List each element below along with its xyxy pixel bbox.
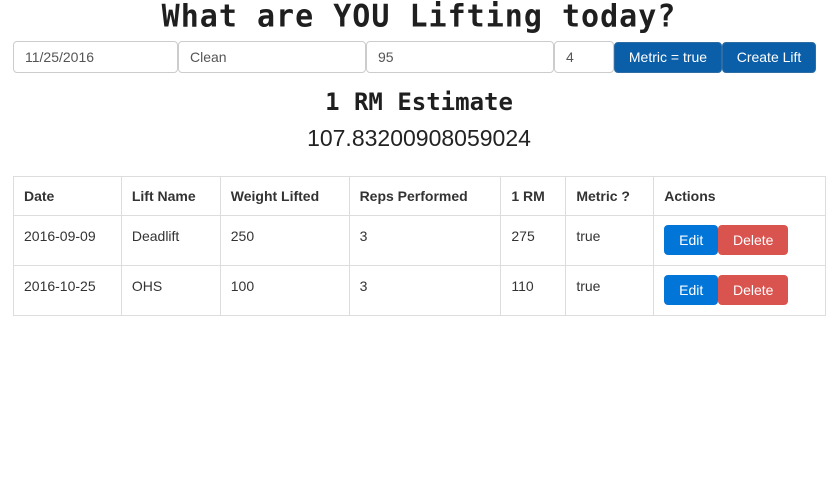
cell-reps: 3 xyxy=(348,215,502,266)
edit-button[interactable]: Edit xyxy=(664,225,719,255)
cell-lift-name: OHS xyxy=(120,265,221,316)
cell-reps: 3 xyxy=(348,265,502,316)
rm-estimate-title: 1 RM Estimate xyxy=(325,88,513,116)
metric-toggle-button[interactable]: Metric = true xyxy=(614,42,722,73)
cell-1rm: 110 xyxy=(500,265,567,316)
table-row: 2016-10-25 OHS 100 3 110 true Edit Delete xyxy=(13,265,826,316)
weight-input[interactable] xyxy=(366,41,554,73)
cell-metric: true xyxy=(565,265,655,316)
date-input[interactable] xyxy=(13,41,178,73)
lift-name-input[interactable] xyxy=(178,41,366,73)
cell-metric: true xyxy=(565,215,655,266)
column-header-date: Date xyxy=(13,176,122,216)
delete-button[interactable]: Delete xyxy=(718,275,789,305)
column-header-weight: Weight Lifted xyxy=(219,176,350,216)
column-header-lift-name: Lift Name xyxy=(120,176,221,216)
cell-date: 2016-09-09 xyxy=(13,215,122,266)
lifts-table: Date Lift Name Weight Lifted Reps Perfor… xyxy=(13,176,826,316)
table-row: 2016-09-09 Deadlift 250 3 275 true Edit D… xyxy=(13,215,826,266)
cell-weight: 250 xyxy=(219,215,350,266)
column-header-reps: Reps Performed xyxy=(348,176,502,216)
column-header-metric: Metric ? xyxy=(565,176,655,216)
cell-weight: 100 xyxy=(219,265,350,316)
table-header-row: Date Lift Name Weight Lifted Reps Perfor… xyxy=(13,176,826,216)
cell-lift-name: Deadlift xyxy=(120,215,221,266)
column-header-1rm: 1 RM xyxy=(500,176,567,216)
edit-button[interactable]: Edit xyxy=(664,275,719,305)
cell-actions: Edit Delete xyxy=(653,265,826,316)
delete-button[interactable]: Delete xyxy=(718,225,789,255)
reps-input[interactable] xyxy=(554,41,614,73)
page-title: What are YOU Lifting today? xyxy=(161,0,677,35)
column-header-actions: Actions xyxy=(653,176,826,216)
rm-estimate-value: 107.83200908059024 xyxy=(307,125,531,151)
cell-actions: Edit Delete xyxy=(653,215,826,266)
cell-1rm: 275 xyxy=(500,215,567,266)
create-lift-button[interactable]: Create Lift xyxy=(722,42,816,73)
cell-date: 2016-10-25 xyxy=(13,265,122,316)
